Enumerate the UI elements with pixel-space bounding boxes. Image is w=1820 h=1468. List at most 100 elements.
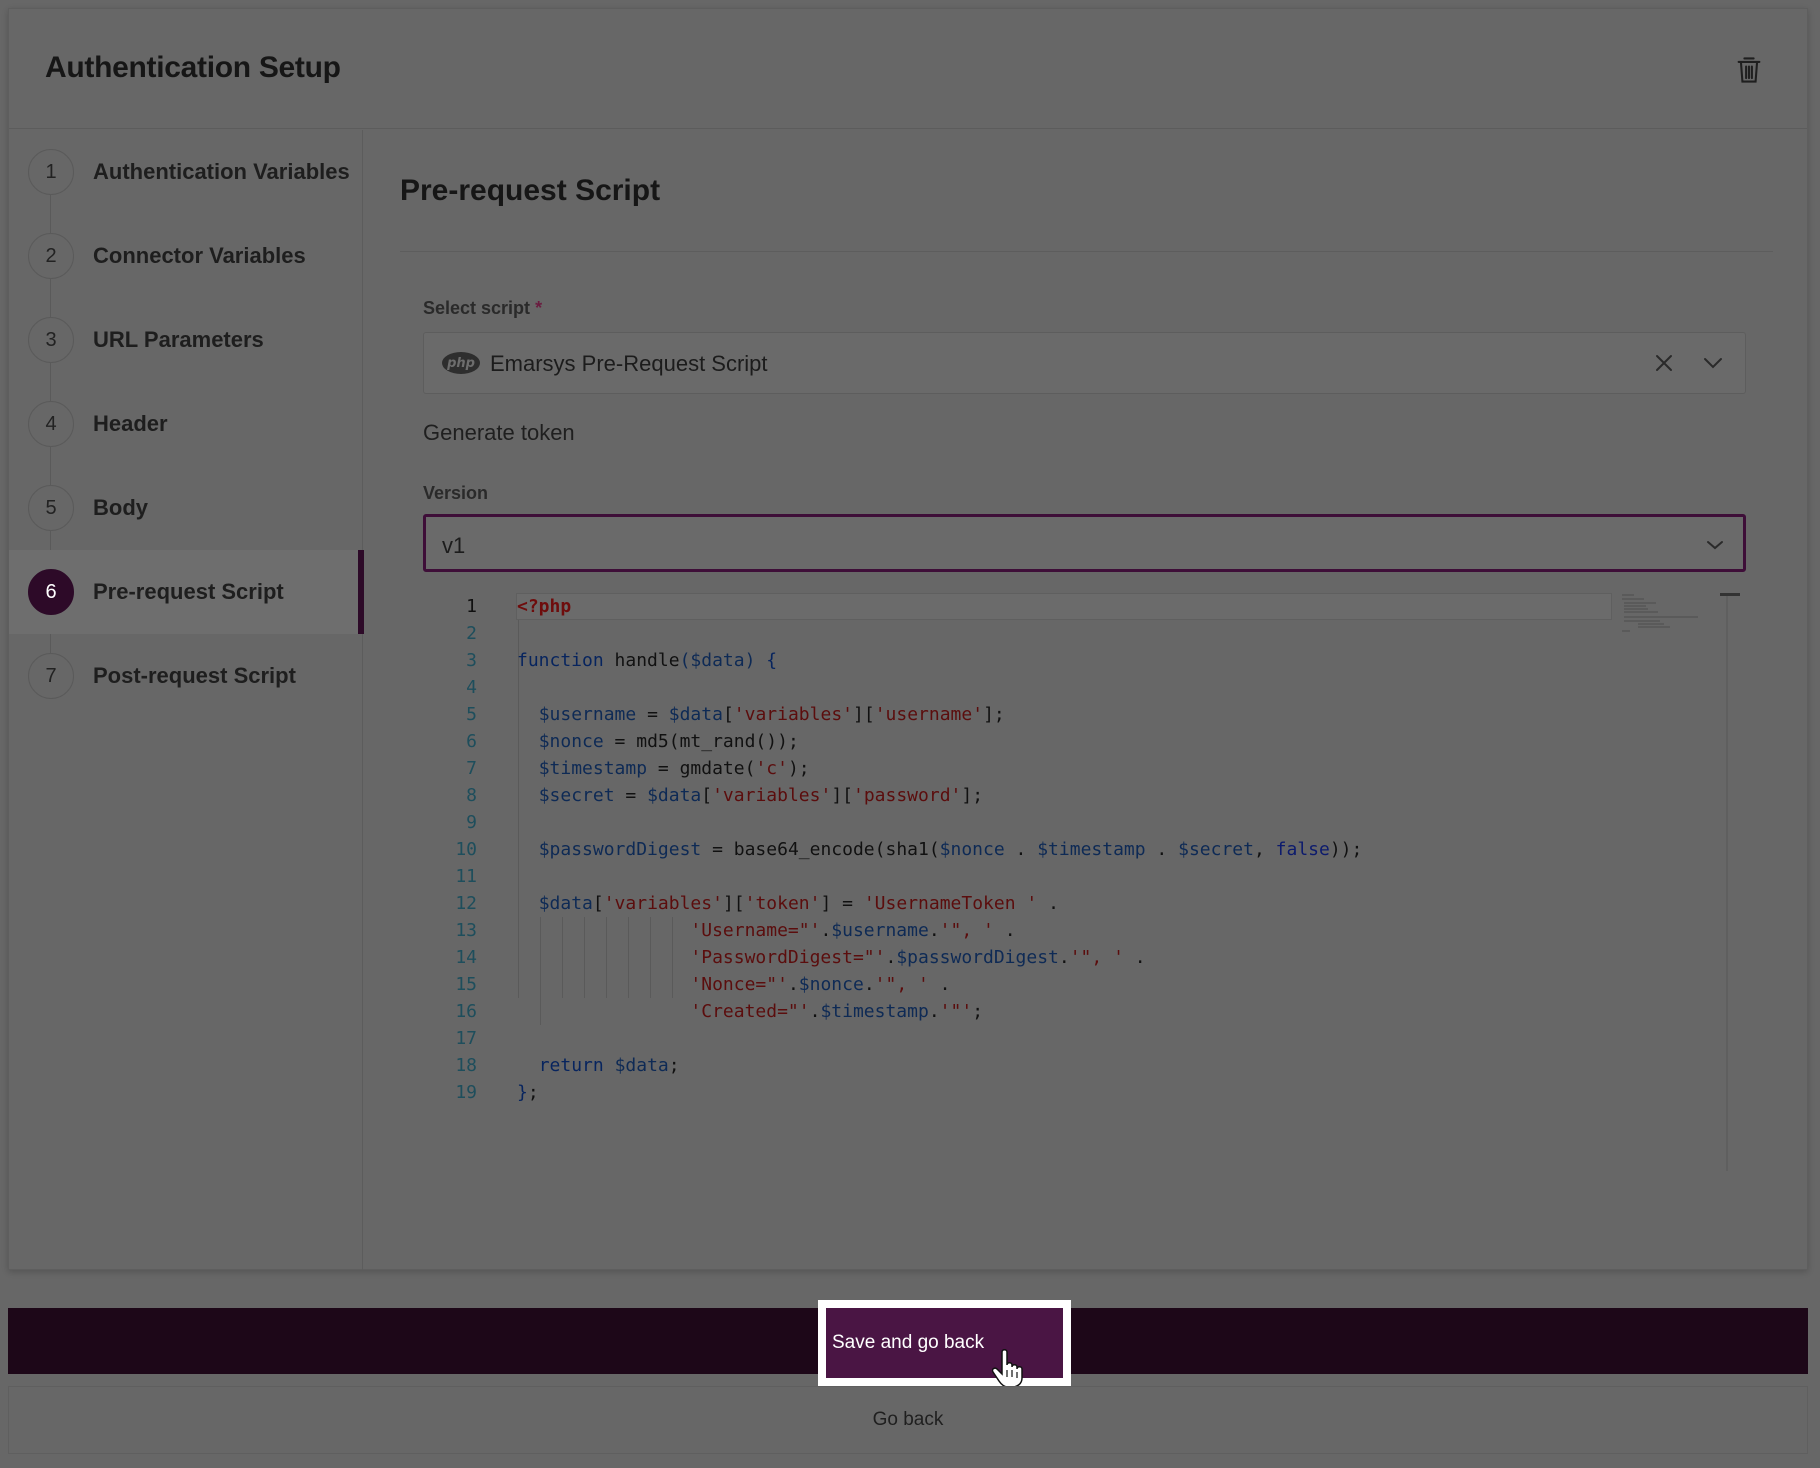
line-number: 2 xyxy=(466,623,477,644)
line-number: 17 xyxy=(455,1028,477,1049)
code-text: 'Created="'.$timestamp.'"'; xyxy=(690,1001,984,1022)
sidebar-step-connector-variables[interactable]: 2 Connector Variables xyxy=(9,214,363,298)
code-text: $secret = $data['variables']['password']… xyxy=(538,785,984,806)
code-line: 3 function handle($data) { xyxy=(423,647,1623,674)
editor-scrollbar[interactable] xyxy=(1726,593,1728,1171)
line-number: 1 xyxy=(466,596,477,617)
code-text: 'Username="'.$username.'", ' . xyxy=(690,920,1016,941)
sidebar-step-pre-request-script[interactable]: 6 Pre-request Script xyxy=(9,550,364,634)
required-mark: * xyxy=(535,298,543,318)
line-number: 10 xyxy=(455,839,477,860)
step-number: 4 xyxy=(28,401,74,447)
sidebar-step-auth-variables[interactable]: 1 Authentication Variables xyxy=(9,130,363,214)
code-line: 19}; xyxy=(423,1079,1623,1106)
line-number: 5 xyxy=(466,704,477,725)
select-script-dropdown[interactable]: php Emarsys Pre-Request Script xyxy=(423,332,1746,394)
step-number: 3 xyxy=(28,317,74,363)
code-line: 10 $passwordDigest = base64_encode(sha1(… xyxy=(423,836,1623,863)
code-text: 'Nonce="'.$nonce.'", ' . xyxy=(690,974,951,995)
code-line: 17 xyxy=(423,1025,1623,1052)
php-logo-icon: php xyxy=(442,352,480,374)
sidebar-step-header[interactable]: 4 Header xyxy=(9,382,363,466)
hand-cursor-icon xyxy=(992,1349,1023,1388)
line-number: 7 xyxy=(466,758,477,779)
main-content: Pre-request Script Select script * php E… xyxy=(364,130,1809,1270)
code-text: $data['variables']['token'] = 'UsernameT… xyxy=(538,893,1059,914)
code-line: 9 xyxy=(423,809,1623,836)
line-number: 3 xyxy=(466,650,477,671)
code-line: 15 'Nonce="'.$nonce.'", ' . xyxy=(423,971,1623,998)
code-text: return $data; xyxy=(538,1055,680,1076)
chevron-down-icon[interactable] xyxy=(1701,353,1725,373)
page-title: Authentication Setup xyxy=(45,51,341,84)
line-number: 6 xyxy=(466,731,477,752)
go-back-button[interactable]: Go back xyxy=(8,1386,1808,1454)
select-script-label-text: Select script xyxy=(423,298,531,318)
go-back-label: Go back xyxy=(872,1409,944,1430)
line-number: 11 xyxy=(455,866,477,887)
sidebar-step-post-request-script[interactable]: 7 Post-request Script xyxy=(9,634,363,718)
step-number: 1 xyxy=(28,149,74,195)
line-number: 14 xyxy=(455,947,477,968)
code-line: 11 xyxy=(423,863,1623,890)
line-number: 9 xyxy=(466,812,477,833)
code-line: 1 <?php xyxy=(423,593,1623,620)
code-text: <?php xyxy=(517,596,572,617)
code-line: 8 $secret = $data['variables']['password… xyxy=(423,782,1623,809)
code-text: $timestamp = gmdate('c'); xyxy=(538,758,810,779)
step-number: 5 xyxy=(28,485,74,531)
version-value: v1 xyxy=(442,533,466,558)
code-line: 13 'Username="'.$username.'", ' . xyxy=(423,917,1623,944)
chevron-down-icon[interactable] xyxy=(1703,535,1727,555)
auth-setup-panel: Authentication Setup 1 Authentication Va… xyxy=(8,8,1808,1270)
line-number: 16 xyxy=(455,1001,477,1022)
code-text: function handle($data) { xyxy=(517,650,778,671)
line-number: 19 xyxy=(455,1082,477,1103)
select-script-label: Select script * xyxy=(423,298,542,319)
sidebar-step-body[interactable]: 5 Body xyxy=(9,466,363,550)
code-text: $username = $data['variables']['username… xyxy=(538,704,1005,725)
code-line: 5 $username = $data['variables']['userna… xyxy=(423,701,1623,728)
editor-scroll-thumb[interactable] xyxy=(1720,593,1740,596)
step-label: Post-request Script xyxy=(93,663,296,688)
code-line: 6 $nonce = md5(mt_rand()); xyxy=(423,728,1623,755)
code-editor[interactable]: 1 <?php 2 3 function handle($data) { 4 5 $… xyxy=(423,593,1746,1171)
step-label: Pre-request Script xyxy=(93,579,284,604)
divider xyxy=(400,251,1773,252)
code-line: 12 $data['variables']['token'] = 'Userna… xyxy=(423,890,1623,917)
save-button-label: Save and go back xyxy=(826,1308,1063,1378)
code-line: 14 'PasswordDigest="'.$passwordDigest.'"… xyxy=(423,944,1623,971)
save-and-go-back-button[interactable]: Save and go back xyxy=(818,1300,1071,1386)
trash-icon[interactable] xyxy=(1735,55,1763,85)
section-title: Pre-request Script xyxy=(400,174,661,207)
line-number: 18 xyxy=(455,1055,477,1076)
version-dropdown[interactable]: v1 xyxy=(423,514,1746,572)
clear-icon[interactable] xyxy=(1653,352,1675,374)
code-text: }; xyxy=(517,1082,539,1103)
select-script-value: Emarsys Pre-Request Script xyxy=(490,351,768,376)
sidebar-step-url-parameters[interactable]: 3 URL Parameters xyxy=(9,298,363,382)
step-number: 2 xyxy=(28,233,74,279)
step-label: URL Parameters xyxy=(93,327,264,352)
code-text: $nonce = md5(mt_rand()); xyxy=(538,731,799,752)
code-line: 4 xyxy=(423,674,1623,701)
code-minimap[interactable] xyxy=(1620,593,1700,633)
step-label: Authentication Variables xyxy=(93,159,350,184)
step-label: Header xyxy=(93,411,168,436)
script-description: Generate token xyxy=(423,420,575,445)
step-number: 7 xyxy=(28,653,74,699)
code-text: 'PasswordDigest="'.$passwordDigest.'", '… xyxy=(690,947,1146,968)
line-number: 12 xyxy=(455,893,477,914)
code-text: $passwordDigest = base64_encode(sha1($no… xyxy=(538,839,1363,860)
line-number: 13 xyxy=(455,920,477,941)
panel-header: Authentication Setup xyxy=(9,9,1807,129)
step-number: 6 xyxy=(28,569,74,615)
line-number: 4 xyxy=(466,677,477,698)
line-number: 15 xyxy=(455,974,477,995)
code-line: 2 xyxy=(423,620,1623,647)
steps-sidebar: 1 Authentication Variables 2 Connector V… xyxy=(9,130,364,1270)
step-label: Connector Variables xyxy=(93,243,306,268)
line-number: 8 xyxy=(466,785,477,806)
code-line: 7 $timestamp = gmdate('c'); xyxy=(423,755,1623,782)
version-label: Version xyxy=(423,483,489,503)
